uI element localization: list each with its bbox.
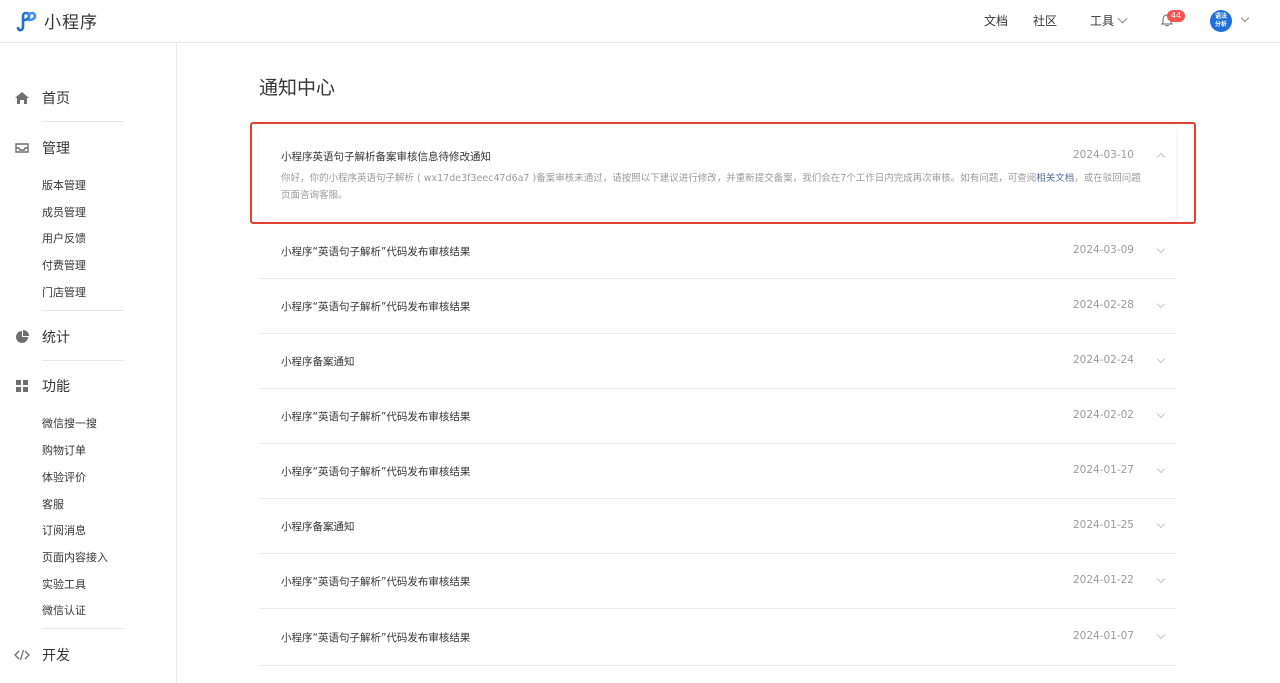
sidebar-item-wechat-auth[interactable]: 微信认证: [42, 602, 86, 618]
sidebar-item-store-manage[interactable]: 门店管理: [42, 284, 86, 300]
divider: [42, 360, 124, 361]
sidebar-item-user-feedback[interactable]: 用户反馈: [42, 230, 86, 246]
notice-title: 小程序“英语句子解析”代码发布审核结果: [281, 576, 471, 588]
sidebar-item-payment-manage[interactable]: 付费管理: [42, 257, 86, 273]
app-name: 小程序: [44, 13, 98, 33]
chevron-down-icon[interactable]: [1156, 244, 1166, 254]
sidebar-item-subscribe-message[interactable]: 订阅消息: [42, 522, 86, 538]
notice-date: 2024-02-02: [1072, 409, 1134, 421]
notice-item[interactable]: 小程序“英语句子解析”代码发布审核结果 2024-01-22: [259, 554, 1176, 609]
chevron-down-icon[interactable]: [1156, 519, 1166, 529]
notice-item[interactable]: 小程序“英语句子解析”代码发布审核结果 2024-02-28: [259, 279, 1176, 334]
sidebar-item-shopping-orders[interactable]: 购物订单: [42, 442, 86, 458]
notice-item[interactable]: 小程序“英语句子解析”代码发布审核结果 2024-03-09: [259, 224, 1176, 279]
sidebar-item-manage[interactable]: 管理: [14, 138, 70, 158]
sidebar-item-version-manage[interactable]: 版本管理: [42, 177, 86, 193]
sidebar-item-home[interactable]: 首页: [14, 88, 70, 108]
notice-date: 2024-03-09: [1072, 244, 1134, 256]
sidebar-item-features[interactable]: 功能: [14, 376, 70, 396]
sidebar-item-develop[interactable]: 开发: [14, 645, 70, 665]
chevron-down-icon[interactable]: [1240, 13, 1250, 23]
avatar-text: 语法分析: [1214, 13, 1227, 28]
sidebar-item-label: 功能: [42, 379, 70, 395]
sidebar-item-label: 开发: [42, 648, 70, 664]
divider: [42, 310, 124, 311]
notice-title: 小程序“英语句子解析”代码发布审核结果: [281, 466, 471, 478]
pie-chart-icon: [14, 329, 30, 345]
notice-title: 小程序备案通知: [281, 521, 355, 533]
top-bar: 小程序 文档 社区 工具 44 语法分析: [0, 0, 1280, 43]
notice-title: 小程序“英语句子解析”代码发布审核结果: [281, 301, 471, 313]
notice-title: 小程序“英语句子解析”代码发布审核结果: [281, 632, 471, 644]
notification-count-badge: 44: [1167, 10, 1185, 22]
notice-title: 小程序“英语句子解析”代码发布审核结果: [281, 411, 471, 423]
chevron-down-icon[interactable]: [1156, 354, 1166, 364]
code-icon: [14, 647, 30, 663]
sidebar-item-stats[interactable]: 统计: [14, 327, 70, 347]
nav-docs-link[interactable]: 文档: [984, 12, 1008, 29]
mini-program-logo-icon: [16, 11, 37, 31]
chevron-down-icon[interactable]: [1156, 574, 1166, 584]
sidebar-item-wechat-search[interactable]: 微信搜一搜: [42, 415, 97, 431]
notice-item[interactable]: 小程序备案通知 2024-01-25: [259, 499, 1176, 554]
notice-date: 2024-02-28: [1072, 299, 1134, 311]
nav-tools-label: 工具: [1090, 14, 1115, 28]
chevron-down-icon[interactable]: [1156, 299, 1166, 309]
notice-title: 小程序备案通知: [281, 356, 355, 368]
chevron-down-icon: [1117, 13, 1128, 24]
sidebar-item-label: 管理: [42, 141, 70, 157]
notice-date: 2024-02-24: [1072, 354, 1134, 366]
sidebar-item-experiment-tools[interactable]: 实验工具: [42, 576, 86, 592]
notice-item[interactable]: 小程序“英语句子解析”代码发布审核结果 2024-01-27: [259, 444, 1176, 499]
notice-item[interactable]: 小程序“英语句子解析”代码发布审核结果 2024-02-02: [259, 389, 1176, 444]
grid-icon: [14, 378, 30, 394]
notice-title: 小程序“英语句子解析”代码发布审核结果: [281, 246, 471, 258]
sidebar-item-page-content[interactable]: 页面内容接入: [42, 549, 108, 565]
notice-item[interactable]: 小程序备案通知 2024-02-24: [259, 334, 1176, 389]
notice-item[interactable]: 小程序“英语句子解析”代码发布审核结果 2024-01-07: [259, 609, 1176, 666]
highlight-frame: [250, 122, 1196, 224]
home-icon: [14, 90, 30, 106]
chevron-down-icon[interactable]: [1156, 630, 1166, 640]
avatar[interactable]: 语法分析: [1210, 10, 1232, 32]
sidebar-item-experience-review[interactable]: 体验评价: [42, 469, 86, 485]
notice-date: 2024-01-25: [1072, 519, 1134, 531]
notice-date: 2024-01-22: [1072, 574, 1134, 586]
sidebar-item-member-manage[interactable]: 成员管理: [42, 204, 86, 220]
sidebar: 首页 管理 版本管理 成员管理 用户反馈 付费管理 门店管理 统计 功能 微信搜…: [0, 43, 177, 683]
sidebar-item-label: 统计: [42, 330, 70, 346]
page-title: 通知中心: [259, 77, 336, 99]
chevron-down-icon[interactable]: [1156, 464, 1166, 474]
notice-date: 2024-01-27: [1072, 464, 1134, 476]
chevron-down-icon[interactable]: [1156, 409, 1166, 419]
sidebar-item-customer-service[interactable]: 客服: [42, 496, 64, 512]
brand[interactable]: 小程序: [14, 8, 98, 33]
divider: [42, 121, 124, 122]
nav-community-link[interactable]: 社区: [1033, 12, 1057, 29]
inbox-icon: [14, 140, 30, 156]
divider: [42, 628, 124, 629]
sidebar-item-label: 首页: [42, 91, 70, 107]
nav-tools-menu[interactable]: 工具: [1090, 12, 1128, 29]
notice-date: 2024-01-07: [1072, 630, 1134, 642]
